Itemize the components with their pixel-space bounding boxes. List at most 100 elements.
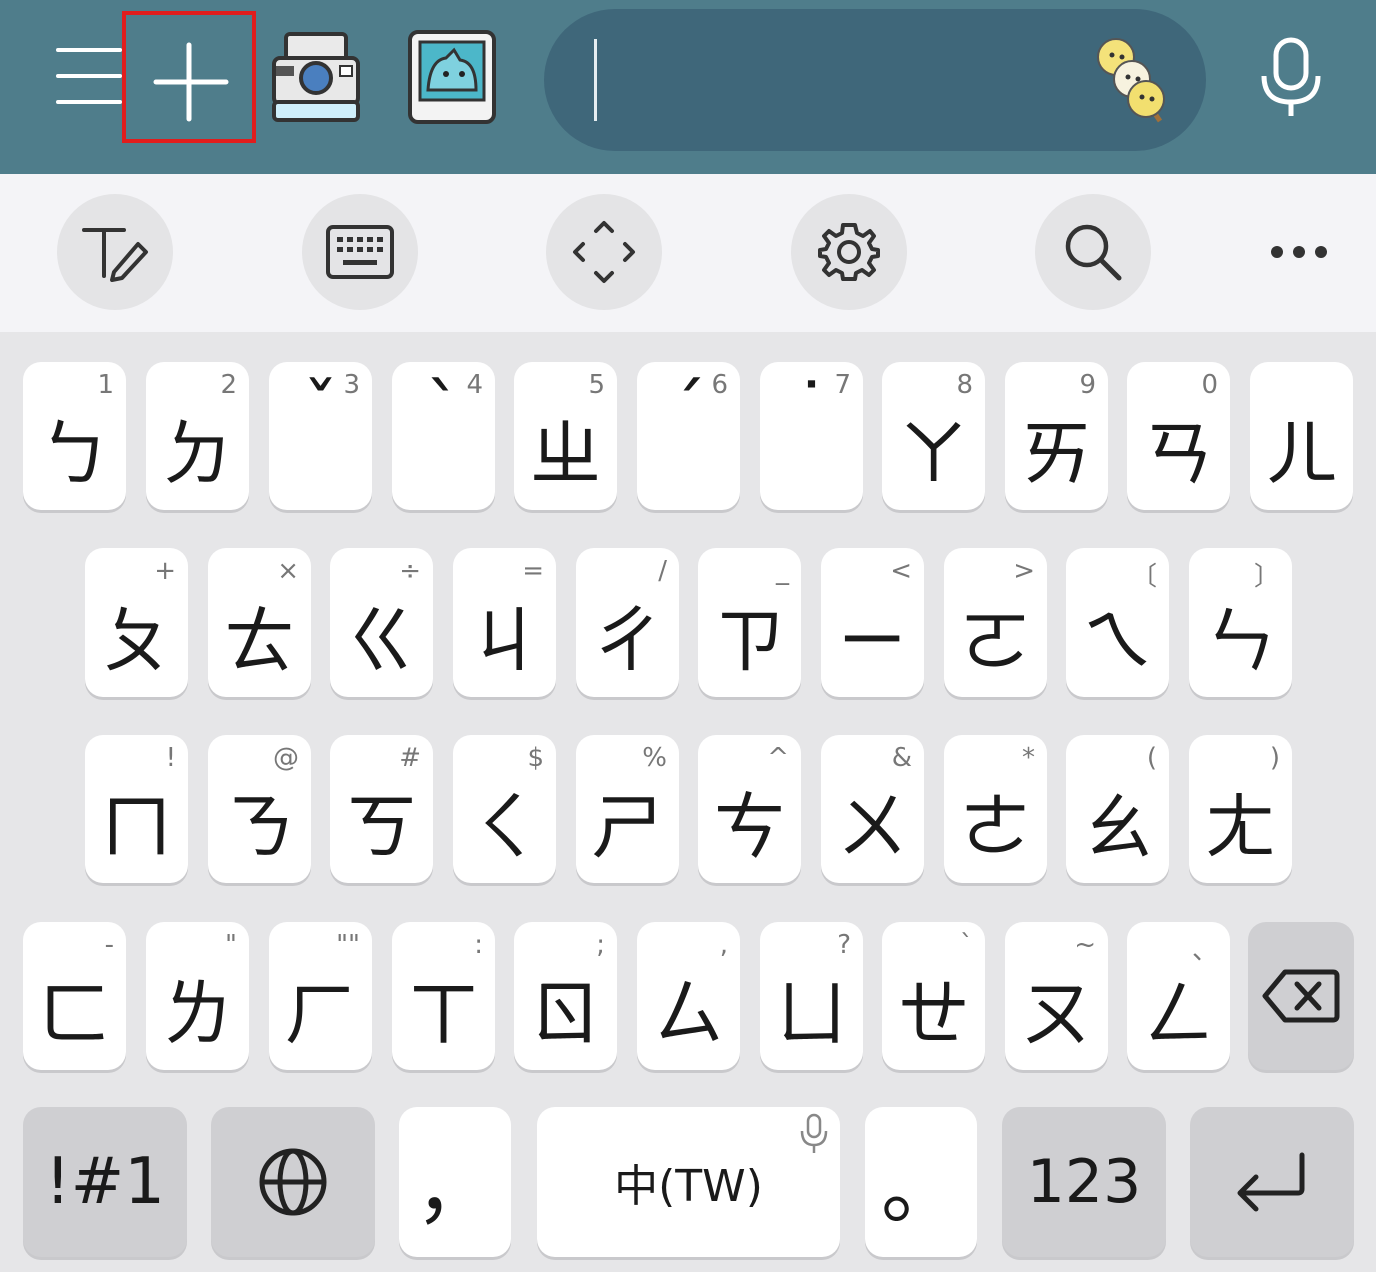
key[interactable]: > ㄛ (944, 548, 1047, 697)
key[interactable]: "" ㄏ (269, 922, 372, 1070)
key-hint: @ (273, 743, 299, 773)
backspace-key[interactable] (1248, 922, 1354, 1070)
menu-icon[interactable] (56, 48, 122, 106)
language-key[interactable] (211, 1107, 375, 1257)
key[interactable]: = ㄐ (453, 548, 556, 697)
cat-sticker-icon[interactable] (406, 28, 496, 128)
key[interactable]: 9ㄞ (1005, 362, 1108, 510)
search-button[interactable] (1035, 194, 1151, 310)
dango-emoji-icon[interactable] (1088, 35, 1172, 125)
resize-keyboard-button[interactable] (546, 194, 662, 310)
key-hint: > (1013, 556, 1035, 586)
key-hint: & (891, 743, 912, 773)
key-label: ㄥ (1142, 972, 1215, 1056)
comma-key-label: ， (415, 1142, 495, 1235)
keyboard-toolbar (0, 174, 1376, 332)
voice-input-icon (800, 1113, 828, 1153)
key[interactable]: # ㄎ (330, 735, 433, 883)
key[interactable]: -ㄈ (23, 922, 126, 1070)
key[interactable]: 、ㄥ (1127, 922, 1230, 1070)
key-hint: × (277, 556, 299, 586)
key-label: ㄩ (775, 972, 848, 1056)
move-icon (573, 221, 635, 283)
more-icon (1271, 246, 1327, 258)
key-hint: / (658, 556, 667, 586)
key-label: ㄕ (591, 785, 664, 869)
key[interactable]: / ㄔ (576, 548, 679, 697)
key[interactable]: (ㄠ (1066, 735, 1169, 883)
key-hint: * (1022, 743, 1035, 773)
numbers-key[interactable]: 123 (1002, 1107, 1166, 1257)
camera-icon[interactable] (270, 28, 360, 128)
key[interactable]: ~ ㄡ (1005, 922, 1108, 1070)
key-hint: ~ (1074, 930, 1096, 960)
key-hint: " (225, 930, 237, 960)
key-hint: ; (596, 930, 605, 960)
key[interactable]: @ ㄋ (208, 735, 311, 883)
key[interactable]: + ㄆ (85, 548, 188, 697)
key[interactable]: 3ˇ (269, 362, 372, 510)
key-label: ㄑ (468, 785, 541, 869)
key-hint: 、 (1191, 936, 1218, 966)
zhuyin-keyboard: 1ㄅ 2ㄉ 3ˇ 4ˋ 5ㄓ 6ˊ 7 ˙ 8ㄚ 9ㄞ 0ㄢ ㄦ + ㄆ × ㄊ ÷ ㄍ… (0, 332, 1376, 1272)
key[interactable]: _ ㄗ (698, 548, 801, 697)
enter-key[interactable] (1190, 1107, 1354, 1257)
key[interactable]: ÷ ㄍ (330, 548, 433, 697)
key[interactable]: ? ㄩ (760, 922, 863, 1070)
key[interactable]: 4ˋ (392, 362, 495, 510)
key[interactable]: 〔ㄟ (1066, 548, 1169, 697)
period-key[interactable]: 。 (865, 1107, 977, 1257)
key[interactable]: × ㄊ (208, 548, 311, 697)
key[interactable]: $ ㄑ (453, 735, 556, 883)
key-label: ㄆ (100, 599, 173, 683)
comma-key[interactable]: ， (399, 1107, 511, 1257)
microphone-icon[interactable] (1256, 36, 1326, 120)
top-bar (0, 0, 1376, 174)
key-label: ㄠ (1081, 785, 1154, 869)
text-cursor (594, 39, 597, 121)
key-hint: % (642, 743, 667, 773)
key-hint: , (719, 930, 728, 960)
key[interactable]: ㄦ (1250, 362, 1353, 510)
keyboard-layout-button[interactable] (302, 194, 418, 310)
key[interactable]: 5ㄓ (514, 362, 617, 510)
key-label: ㄘ (713, 785, 786, 869)
key[interactable]: ! ㄇ (85, 735, 188, 883)
plus-icon (153, 42, 229, 122)
key-label: ㄨ (836, 785, 909, 869)
key[interactable]: < ㄧ (821, 548, 924, 697)
key[interactable]: 〕ㄣ (1189, 548, 1292, 697)
key-label: ㄢ (1142, 412, 1215, 496)
key[interactable]: 0ㄢ (1127, 362, 1230, 510)
key[interactable]: 1ㄅ (23, 362, 126, 510)
key-label: ㄓ (529, 412, 602, 496)
message-input[interactable] (544, 9, 1206, 151)
key-label: ㄒ (407, 972, 480, 1056)
handwriting-button[interactable] (57, 194, 173, 310)
key-label: ˙ (793, 368, 830, 452)
key[interactable]: ^ ㄘ (698, 735, 801, 883)
key[interactable]: % ㄕ (576, 735, 679, 883)
key[interactable]: & ㄨ (821, 735, 924, 883)
settings-button[interactable] (791, 194, 907, 310)
key-hint: _ (776, 556, 789, 586)
add-button[interactable] (122, 11, 256, 143)
key[interactable]: ,ㄙ (637, 922, 740, 1070)
key-hint: ÷ (399, 556, 421, 586)
key[interactable]: ` ㄝ (882, 922, 985, 1070)
more-options-button[interactable] (1241, 194, 1357, 310)
key[interactable]: 2ㄉ (146, 362, 249, 510)
key[interactable]: 7 ˙ (760, 362, 863, 510)
key[interactable]: * ㄜ (944, 735, 1047, 883)
key[interactable]: 6ˊ (637, 362, 740, 510)
globe-icon (211, 1107, 375, 1257)
key[interactable]: ) ㄤ (1189, 735, 1292, 883)
key-label: ㄅ (38, 412, 111, 496)
symbols-key[interactable]: !#1 (23, 1107, 187, 1257)
key[interactable]: 8ㄚ (882, 362, 985, 510)
key[interactable]: " ㄌ (146, 922, 249, 1070)
key[interactable]: :ㄒ (392, 922, 495, 1070)
key-hint: ^ (767, 743, 789, 773)
key[interactable]: ; ㄖ (514, 922, 617, 1070)
space-key[interactable]: 中(TW) (537, 1107, 840, 1257)
